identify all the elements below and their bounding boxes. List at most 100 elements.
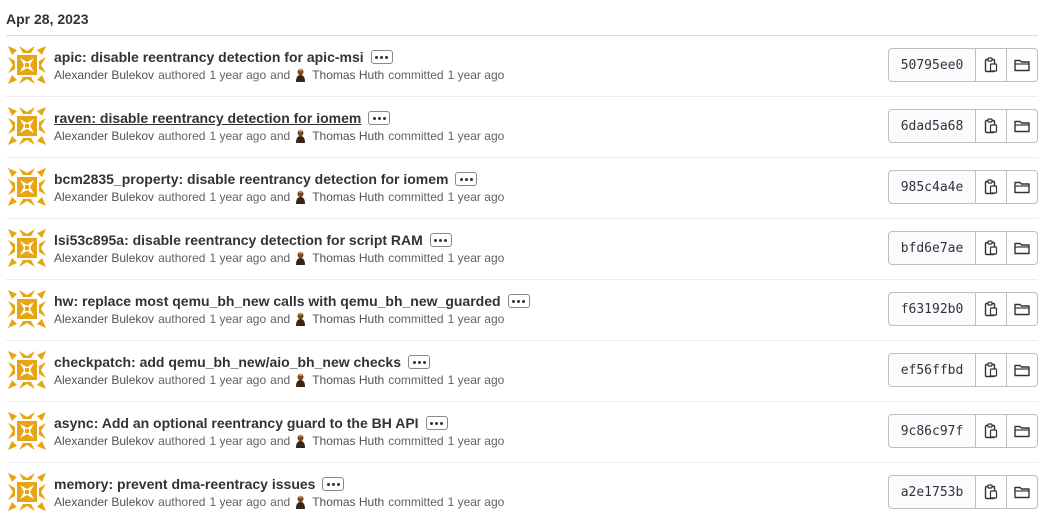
user-avatar-icon[interactable]	[294, 495, 308, 509]
author-name-link[interactable]: Alexander Bulekov	[54, 373, 154, 387]
author-name-link[interactable]: Alexander Bulekov	[54, 495, 154, 509]
browse-files-button[interactable]	[1007, 48, 1038, 82]
author-name-link[interactable]: Alexander Bulekov	[54, 251, 154, 265]
date-header: Apr 28, 2023	[6, 11, 89, 27]
identicon-avatar[interactable]	[8, 473, 46, 511]
copy-sha-button[interactable]	[976, 48, 1007, 82]
copy-sha-button[interactable]	[976, 475, 1007, 509]
identicon-avatar[interactable]	[8, 107, 46, 145]
toggle-description-button[interactable]	[425, 416, 448, 430]
browse-files-button[interactable]	[1007, 414, 1038, 448]
copy-sha-button[interactable]	[976, 292, 1007, 326]
copy-sha-button[interactable]	[976, 170, 1007, 204]
browse-files-button[interactable]	[1007, 353, 1038, 387]
copy-sha-button[interactable]	[976, 353, 1007, 387]
user-avatar-icon[interactable]	[294, 190, 308, 204]
copy-sha-button[interactable]	[976, 231, 1007, 265]
user-avatar-icon[interactable]	[294, 434, 308, 448]
committer-name-link[interactable]: Thomas Huth	[312, 68, 384, 82]
commit-sha-link[interactable]: 50795ee0	[888, 48, 976, 82]
author-name-link[interactable]: Alexander Bulekov	[54, 129, 154, 143]
user-avatar-icon[interactable]	[294, 312, 308, 326]
toggle-description-button[interactable]	[368, 111, 391, 125]
commit-title-link[interactable]: checkpatch: add qemu_bh_new/aio_bh_new c…	[54, 354, 401, 370]
toggle-description-button[interactable]	[507, 294, 530, 308]
copy-sha-button[interactable]	[976, 414, 1007, 448]
identicon-avatar[interactable]	[8, 290, 46, 328]
and-label: and	[270, 129, 291, 143]
committer-name-link[interactable]: Thomas Huth	[312, 251, 384, 265]
browse-files-button[interactable]	[1007, 292, 1038, 326]
authored-label: authored	[158, 312, 206, 326]
and-label: and	[270, 434, 291, 448]
ellipsis-icon	[326, 482, 330, 486]
user-avatar-icon[interactable]	[294, 251, 308, 265]
authored-label: authored	[158, 495, 206, 509]
commit-title-link[interactable]: memory: prevent dma-reentracy issues	[54, 476, 315, 492]
commit-row: lsi53c895a: disable reentrancy detection…	[6, 219, 1038, 280]
and-label: and	[270, 495, 291, 509]
copy-to-clipboard-icon	[984, 118, 998, 134]
ellipsis-icon	[375, 55, 379, 59]
commit-row: checkpatch: add qemu_bh_new/aio_bh_new c…	[6, 341, 1038, 402]
commit-sha-link[interactable]: 6dad5a68	[888, 109, 976, 143]
and-label: and	[270, 251, 291, 265]
committer-name-link[interactable]: Thomas Huth	[312, 129, 384, 143]
commit-title-link[interactable]: apic: disable reentrancy detection for a…	[54, 49, 364, 65]
commit-title-link[interactable]: raven: disable reentrancy detection for …	[54, 110, 361, 126]
authored-time: 1 year ago	[209, 129, 267, 143]
toggle-description-button[interactable]	[429, 233, 452, 247]
author-name-link[interactable]: Alexander Bulekov	[54, 312, 154, 326]
committer-name-link[interactable]: Thomas Huth	[312, 495, 384, 509]
ellipsis-icon	[372, 116, 376, 120]
browse-files-button[interactable]	[1007, 170, 1038, 204]
committer-name-link[interactable]: Thomas Huth	[312, 190, 384, 204]
commit-title-link[interactable]: bcm2835_property: disable reentrancy det…	[54, 171, 448, 187]
browse-files-button[interactable]	[1007, 231, 1038, 265]
toggle-description-button[interactable]	[370, 50, 393, 64]
user-avatar-icon[interactable]	[294, 373, 308, 387]
commit-sha-link[interactable]: bfd6e7ae	[888, 231, 976, 265]
user-avatar-icon[interactable]	[294, 129, 308, 143]
author-name-link[interactable]: Alexander Bulekov	[54, 68, 154, 82]
ellipsis-icon	[430, 421, 434, 425]
commit-sha-link[interactable]: f63192b0	[888, 292, 976, 326]
user-avatar-icon[interactable]	[294, 68, 308, 82]
committed-label: committed	[388, 251, 444, 265]
identicon-avatar[interactable]	[8, 46, 46, 84]
commit-sha-link[interactable]: 9c86c97f	[888, 414, 976, 448]
authored-label: authored	[158, 251, 206, 265]
copy-to-clipboard-icon	[984, 362, 998, 378]
committer-name-link[interactable]: Thomas Huth	[312, 373, 384, 387]
commit-sha-link[interactable]: a2e1753b	[888, 475, 976, 509]
commit-title-link[interactable]: lsi53c895a: disable reentrancy detection…	[54, 232, 423, 248]
identicon-avatar[interactable]	[8, 229, 46, 267]
commit-title-link[interactable]: hw: replace most qemu_bh_new calls with …	[54, 293, 501, 309]
commit-sha-link[interactable]: 985c4a4e	[888, 170, 976, 204]
toggle-description-button[interactable]	[408, 355, 430, 369]
commit-row: hw: replace most qemu_bh_new calls with …	[6, 280, 1038, 341]
committed-time: 1 year ago	[447, 251, 505, 265]
committer-name-link[interactable]: Thomas Huth	[312, 434, 384, 448]
authored-label: authored	[158, 68, 206, 82]
copy-to-clipboard-icon	[984, 179, 998, 195]
folder-icon	[1014, 303, 1030, 316]
author-name-link[interactable]: Alexander Bulekov	[54, 190, 154, 204]
identicon-avatar[interactable]	[8, 351, 46, 389]
author-name-link[interactable]: Alexander Bulekov	[54, 434, 154, 448]
browse-files-button[interactable]	[1007, 109, 1038, 143]
committer-name-link[interactable]: Thomas Huth	[312, 312, 384, 326]
identicon-avatar[interactable]	[8, 168, 46, 206]
identicon-avatar[interactable]	[8, 412, 46, 450]
committed-label: committed	[388, 373, 444, 387]
toggle-description-button[interactable]	[455, 172, 478, 186]
copy-sha-button[interactable]	[976, 109, 1007, 143]
commit-sha-link[interactable]: ef56ffbd	[888, 353, 976, 387]
toggle-description-button[interactable]	[322, 477, 345, 491]
folder-icon	[1014, 59, 1030, 72]
committed-time: 1 year ago	[447, 68, 505, 82]
browse-files-button[interactable]	[1007, 475, 1038, 509]
committed-time: 1 year ago	[447, 129, 505, 143]
commit-title-link[interactable]: async: Add an optional reentrancy guard …	[54, 415, 419, 431]
committed-label: committed	[388, 129, 444, 143]
